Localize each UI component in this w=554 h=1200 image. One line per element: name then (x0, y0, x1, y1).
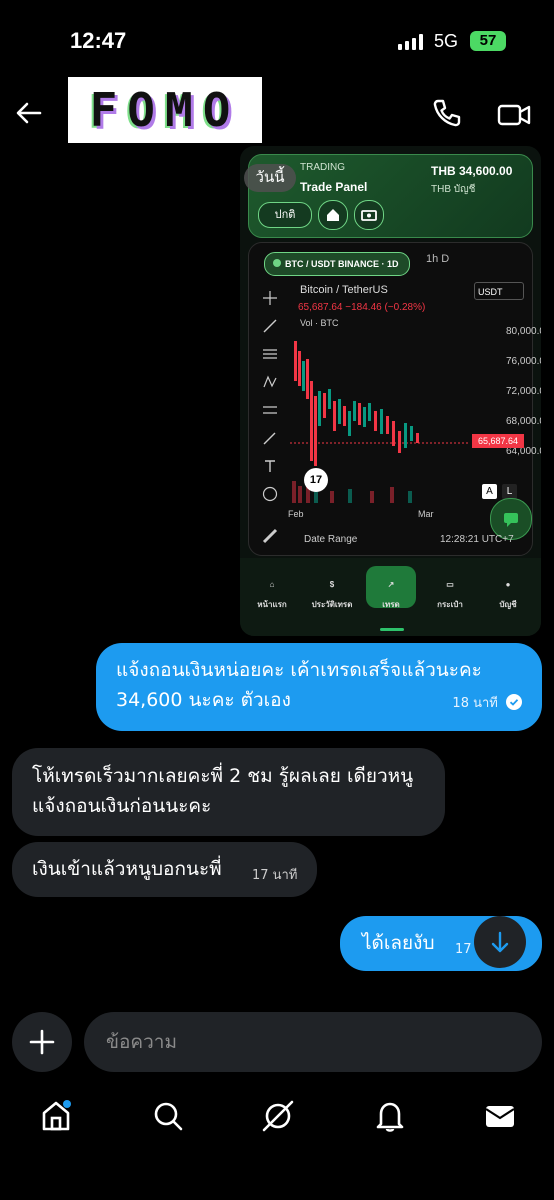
contact-name: FOMO (89, 83, 241, 137)
image-pair-title: Bitcoin / TetherUS (300, 284, 388, 296)
image-nav-label: กระเป๋า (437, 600, 463, 609)
image-home-icon (318, 200, 348, 230)
image-status-pill: ปกติ (258, 202, 312, 228)
image-trading-label: TRADING (300, 162, 345, 173)
image-status-text: ปกติ (274, 209, 296, 221)
message-text: โห้เทรดเร็วมากเลยคะพี่ 2 ชม รู้ผลเลย เดี… (32, 765, 414, 817)
image-log-button: L (502, 484, 517, 499)
image-price-tick: 72,000.00 (506, 386, 541, 397)
received-message[interactable]: เงินเข้าแล้วหนูบอกนะพี่ 17 นาที (12, 842, 317, 897)
image-pattern-icon (263, 375, 277, 388)
image-balance: THB 34,600.00 (431, 164, 513, 178)
read-receipt-icon (506, 694, 522, 710)
message-input[interactable] (84, 1012, 542, 1072)
battery-icon: 57 (470, 31, 506, 51)
message-text: เงินเข้าแล้วหนูบอกนะพี่ (32, 858, 222, 880)
image-trendline-icon (263, 319, 277, 333)
image-last-price: 65,687.64 (472, 434, 524, 448)
image-account-label: THB บัญชี (431, 184, 476, 195)
image-brush-icon (263, 432, 276, 445)
back-arrow-icon[interactable] (12, 96, 46, 130)
plus-icon (29, 1029, 55, 1055)
image-x-tick: Mar (418, 509, 434, 519)
image-nav-label: หน้าแรก (257, 600, 287, 609)
arrow-down-icon (491, 931, 509, 953)
image-fib-icon (263, 349, 277, 359)
image-nav-item: ▭ กระเป๋า (437, 580, 463, 609)
image-auto-button: A (482, 484, 497, 499)
image-ruler-icon (262, 528, 278, 544)
image-home-indicator (380, 628, 404, 631)
image-crosshair-icon (263, 291, 277, 305)
image-timeframes: 1h D (426, 253, 450, 265)
image-nav-item: ↗ เทรด (382, 580, 400, 609)
network-label: 5G (434, 31, 459, 51)
image-quote: 65,687.64 −184.46 (−0.28%) (298, 302, 426, 313)
status-time: 12:47 (70, 28, 127, 53)
image-text-icon (265, 460, 275, 472)
add-attachment-button[interactable] (12, 1012, 72, 1072)
phone-icon[interactable] (430, 96, 464, 130)
image-emoji-icon (262, 486, 278, 502)
image-clock: 12:28:21 UTC+7 (440, 534, 514, 545)
image-price-tick: 68,000.00 (506, 416, 541, 427)
image-symbol-text: BTC / USDT BINANCE · 1D (285, 259, 399, 269)
shared-screenshot-image[interactable]: วันนี้ TRADING Trade Panel THB 34,600.00… (240, 146, 541, 636)
image-nav-item: $ ประวัติเทรด (311, 580, 353, 609)
video-call-icon[interactable] (496, 98, 532, 132)
grok-icon[interactable] (260, 1098, 296, 1134)
scroll-down-button[interactable] (474, 916, 526, 968)
image-nav-item: ● บัญชี (499, 580, 517, 609)
image-tradingview-logo: 17 (304, 468, 328, 492)
message-time: 18 นาที (452, 689, 522, 719)
image-cash-icon (354, 200, 384, 230)
home-icon[interactable] (38, 1098, 74, 1134)
image-measure-icon (263, 406, 277, 414)
image-x-tick: Feb (288, 509, 304, 519)
search-icon[interactable] (150, 1098, 186, 1134)
image-unit-select: USDT (474, 282, 524, 300)
image-price-tick: 80,000.00 (506, 326, 541, 337)
message-text: ได้เลยงับ (362, 932, 435, 954)
image-nav-label: ประวัติเทรด (311, 600, 353, 609)
message-time-text: 18 นาที (452, 696, 498, 711)
notifications-bell-icon[interactable] (372, 1098, 408, 1134)
image-panel-label: Trade Panel (300, 180, 368, 194)
signal-icon (398, 34, 423, 50)
image-nav-label: เทรด (382, 600, 400, 609)
received-message[interactable]: โห้เทรดเร็วมากเลยคะพี่ 2 ชม รู้ผลเลย เดี… (12, 748, 445, 836)
image-price-tick: 76,000.00 (506, 356, 541, 367)
image-volume-label: Vol · BTC (300, 318, 339, 328)
contact-avatar-logo[interactable]: FOMO (68, 77, 262, 143)
image-today-badge: วันนี้ (244, 164, 296, 192)
image-nav-item: ⌂ หน้าแรก (257, 580, 287, 609)
message-time: 17 นาที (252, 868, 298, 883)
messages-envelope-icon[interactable] (482, 1098, 518, 1134)
image-nav-label: บัญชี (499, 600, 517, 609)
image-date-range: Date Range (304, 534, 358, 545)
sent-message[interactable]: แจ้งถอนเงินหน่อยคะ เค้าเทรดเสร็จแล้วนะคะ… (96, 643, 542, 731)
image-symbol-pill: BTC / USDT BINANCE · 1D (264, 252, 410, 276)
